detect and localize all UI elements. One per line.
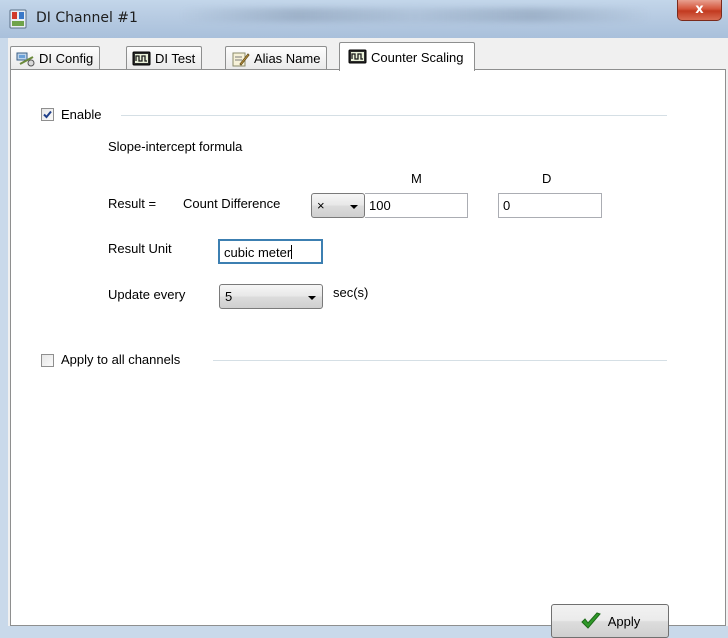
apply-button-label: Apply bbox=[607, 613, 641, 629]
apply-button[interactable]: Apply bbox=[551, 604, 669, 638]
result-unit-value: cubic meter bbox=[224, 245, 292, 260]
d-input[interactable]: 0 bbox=[498, 193, 602, 218]
signal-monitor-icon bbox=[348, 49, 367, 64]
apply-all-group-divider bbox=[213, 360, 667, 361]
enable-checkbox[interactable] bbox=[41, 108, 54, 121]
chevron-down-icon bbox=[308, 296, 316, 300]
title-bar-blur bbox=[180, 8, 650, 22]
counter-scaling-panel: Enable Slope-intercept formula M D Resul… bbox=[10, 69, 726, 638]
m-column-header: M bbox=[411, 171, 422, 186]
app-icon bbox=[9, 9, 27, 29]
tab-di-config[interactable]: DI Config bbox=[10, 46, 101, 70]
close-icon: x bbox=[695, 2, 704, 17]
operator-value: × bbox=[317, 198, 325, 213]
network-config-icon bbox=[16, 52, 35, 66]
tab-label: DI Test bbox=[155, 51, 196, 66]
green-checkmark-icon bbox=[581, 612, 601, 629]
update-unit-label: sec(s) bbox=[333, 285, 369, 300]
update-every-label: Update every bbox=[108, 287, 186, 302]
tab-counter-scaling[interactable]: Counter Scaling bbox=[339, 42, 475, 71]
enable-group-divider bbox=[121, 115, 667, 116]
result-equals-label: Result = bbox=[108, 196, 157, 211]
window-title: DI Channel #1 bbox=[36, 10, 138, 26]
tab-label: Alias Name bbox=[254, 51, 321, 66]
update-interval-select[interactable]: 5 bbox=[219, 284, 323, 309]
tab-label: DI Config bbox=[39, 51, 94, 66]
update-interval-value: 5 bbox=[225, 289, 233, 304]
tab-di-test[interactable]: DI Test bbox=[126, 46, 203, 70]
tab-label: Counter Scaling bbox=[371, 49, 464, 65]
pencil-note-icon bbox=[232, 52, 250, 66]
chevron-down-icon bbox=[350, 205, 358, 209]
dialog-body: DI Config DI Test Alias Name Counter Sca… bbox=[8, 38, 728, 638]
tab-alias-name[interactable]: Alias Name bbox=[225, 46, 328, 70]
checkmark-icon bbox=[43, 110, 52, 119]
enable-label: Enable bbox=[61, 107, 102, 122]
result-unit-label: Result Unit bbox=[108, 241, 172, 256]
signal-monitor-icon bbox=[132, 51, 151, 65]
apply-all-label: Apply to all channels bbox=[61, 352, 181, 367]
formula-heading: Slope-intercept formula bbox=[108, 139, 243, 154]
close-button[interactable]: x bbox=[677, 0, 722, 21]
count-difference-label: Count Difference bbox=[183, 196, 281, 211]
operator-select[interactable]: × bbox=[311, 193, 365, 218]
result-unit-input[interactable]: cubic meter bbox=[218, 239, 323, 264]
title-bar[interactable]: DI Channel #1 x bbox=[0, 0, 728, 38]
text-caret bbox=[291, 245, 293, 259]
tab-strip: DI Config DI Test Alias Name Counter Sca… bbox=[8, 42, 728, 71]
m-input[interactable]: 100 bbox=[365, 193, 468, 218]
apply-all-checkbox[interactable] bbox=[41, 354, 54, 367]
d-column-header: D bbox=[542, 171, 552, 186]
